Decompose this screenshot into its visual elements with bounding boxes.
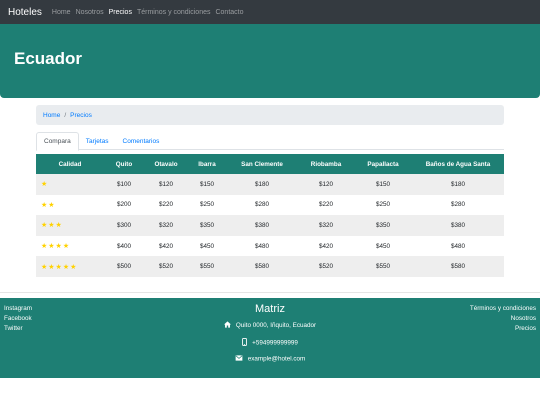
column-header: Otavalo — [144, 154, 188, 174]
price-cell: $420 — [318, 242, 333, 250]
price-cell: $350 — [188, 215, 226, 236]
price-cell: $520 — [298, 256, 354, 277]
price-cell: $320 — [298, 215, 354, 236]
breadcrumb: Home / Precios — [36, 105, 504, 125]
breadcrumb-precios[interactable]: Precios — [70, 112, 92, 119]
price-cell: $480 — [254, 242, 269, 250]
price-cell: $250 — [199, 201, 214, 209]
footer-address: Quito 0000, Iñquito, Ecuador — [0, 321, 540, 330]
page-title: Ecuador — [14, 49, 83, 68]
price-cell: $550 — [354, 256, 412, 277]
price-cell: $450 — [375, 242, 390, 250]
price-cell: $220 — [318, 201, 333, 209]
nav-link-contacto[interactable]: Contacto — [215, 9, 243, 16]
price-cell: $280 — [450, 201, 465, 209]
price-cell: $180 — [226, 174, 298, 195]
hero-banner: Ecuador — [0, 24, 540, 98]
footer-phone: +594999999999 — [0, 338, 540, 348]
star-rating: ★ — [36, 174, 104, 195]
price-cell: $380 — [412, 215, 504, 236]
footer: Instagram Facebook Twitter Matriz Quito … — [0, 298, 540, 378]
mobile-phone-icon — [242, 338, 248, 348]
navbar-brand[interactable]: Hoteles — [8, 7, 42, 18]
price-cell: $250 — [375, 201, 390, 209]
table-row: ★★★ $300 $320 $350 $380 $320 $350 $380 — [36, 215, 504, 236]
footer-email: example@hotel.com — [0, 355, 540, 363]
table-row: ★ $100 $120 $150 $180 $120 $150 $180 — [36, 174, 504, 195]
price-cell: $520 — [144, 256, 188, 277]
column-header: Ibarra — [188, 154, 226, 174]
footer-link-nosotros[interactable]: Nosotros — [470, 314, 536, 324]
star-rating: ★★★★ — [41, 243, 71, 251]
price-cell: $200 — [116, 201, 131, 209]
column-header: Calidad — [36, 154, 104, 174]
footer-address-text: Quito 0000, Iñquito, Ecuador — [235, 322, 317, 330]
breadcrumb-separator: / — [64, 111, 67, 119]
price-cell: $180 — [412, 174, 504, 195]
footer-phone-text: +594999999999 — [252, 339, 298, 347]
tab-bar: Compara Tarjetas Comentarios — [36, 132, 504, 151]
top-navbar: Hoteles Home Nosotros Precios Términos y… — [0, 0, 540, 24]
tab-comentarios[interactable]: Comentarios — [116, 132, 167, 150]
tab-compara[interactable]: Compara — [36, 132, 79, 151]
nav-link-nosotros[interactable]: Nosotros — [76, 9, 104, 16]
footer-email-text: example@hotel.com — [247, 355, 306, 363]
column-header: Riobamba — [298, 154, 354, 174]
price-cell: $150 — [354, 174, 412, 195]
footer-title: Matriz — [255, 303, 285, 315]
column-header: San Clemente — [226, 154, 298, 174]
column-header: Baños de Agua Santa — [412, 154, 504, 174]
nav-link-precios[interactable]: Precios — [109, 9, 132, 16]
table-header-row: Calidad Quito Otavalo Ibarra San Clement… — [36, 154, 504, 174]
price-cell: $480 — [450, 242, 465, 250]
section-divider — [0, 292, 540, 293]
nav-link-terminos[interactable]: Términos y condiciones — [137, 9, 211, 16]
footer-link-terminos[interactable]: Términos y condiciones — [470, 304, 536, 314]
price-cell: $100 — [104, 174, 144, 195]
price-cell: $350 — [354, 215, 412, 236]
star-rating: ★★ — [41, 201, 56, 209]
price-cell: $150 — [188, 174, 226, 195]
column-header: Quito — [104, 154, 144, 174]
price-cell: $580 — [412, 256, 504, 277]
price-cell: $420 — [158, 242, 173, 250]
price-cell: $320 — [144, 215, 188, 236]
price-cell: $550 — [188, 256, 226, 277]
price-cell: $400 — [116, 242, 131, 250]
price-cell: $380 — [226, 215, 298, 236]
table-row: ★★ $200 $220 $250 $280 $220 $250 $280 — [36, 195, 504, 216]
price-cell: $580 — [226, 256, 298, 277]
star-rating: ★★★★★ — [36, 256, 104, 277]
footer-link-precios[interactable]: Precios — [470, 324, 536, 334]
price-comparison-table: Calidad Quito Otavalo Ibarra San Clement… — [36, 154, 504, 277]
price-cell: $500 — [104, 256, 144, 277]
price-cell: $450 — [199, 242, 214, 250]
breadcrumb-home[interactable]: Home — [43, 112, 60, 119]
price-cell: $120 — [298, 174, 354, 195]
table-row: ★★★★ $400 $420 $450 $480 $420 $450 $480 — [36, 236, 504, 257]
nav-link-home[interactable]: Home — [52, 9, 71, 16]
tab-tarjetas[interactable]: Tarjetas — [79, 132, 116, 150]
price-cell: $280 — [254, 201, 269, 209]
envelope-icon — [235, 355, 243, 363]
home-icon — [223, 321, 231, 330]
table-row: ★★★★★ $500 $520 $550 $580 $520 $550 $580 — [36, 256, 504, 277]
star-rating: ★★★ — [36, 215, 104, 236]
price-cell: $300 — [104, 215, 144, 236]
column-header: Papallacta — [354, 154, 412, 174]
price-cell: $120 — [144, 174, 188, 195]
price-cell: $220 — [158, 201, 173, 209]
footer-nav-links: Términos y condiciones Nosotros Precios — [470, 304, 536, 334]
